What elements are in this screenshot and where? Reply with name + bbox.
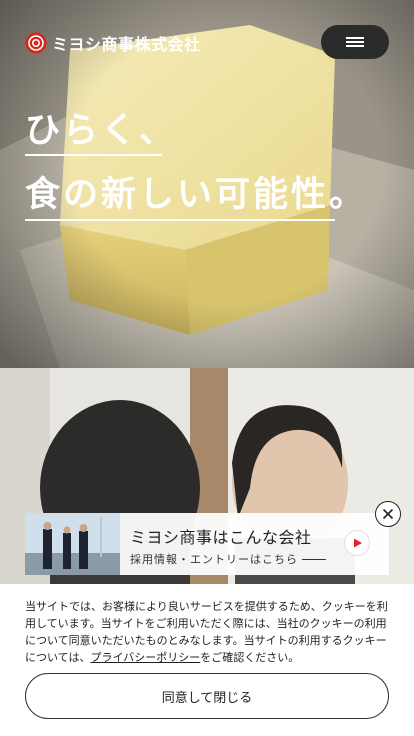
cookie-text-part: をご確認ください。 bbox=[200, 651, 300, 664]
promo-thumbnail bbox=[25, 513, 120, 575]
promo-subtitle: 採用情報・エントリーはこちら bbox=[130, 553, 298, 566]
hamburger-icon-bar bbox=[346, 41, 364, 43]
privacy-policy-link[interactable]: プライバシーポリシー bbox=[90, 651, 200, 664]
play-button[interactable] bbox=[344, 530, 370, 556]
cookie-banner: 当サイトでは、お客様により良いサービスを提供するため、クッキーを利用しています。… bbox=[0, 584, 414, 736]
promo-title: ミヨシ商事はこんな会社 bbox=[130, 528, 312, 547]
hamburger-icon bbox=[346, 37, 364, 39]
agree-and-close-button[interactable]: 同意して閉じる bbox=[25, 673, 389, 719]
headline-underline bbox=[25, 219, 335, 221]
hamburger-icon-bar bbox=[346, 45, 364, 47]
promo-divider bbox=[302, 559, 326, 560]
menu-button[interactable] bbox=[321, 25, 389, 59]
headline-underline bbox=[25, 154, 162, 156]
hero-headline-line1: ひらく、 bbox=[25, 111, 178, 151]
company-logo[interactable]: ミヨシ商事株式会社 bbox=[25, 31, 201, 55]
hero-section: ミヨシ商事株式会社 ひらく、 食の新しい可能性。 bbox=[0, 0, 414, 368]
cookie-notice-text: 当サイトでは、お客様により良いサービスを提供するため、クッキーを利用しています。… bbox=[25, 598, 389, 666]
company-logo-mark-icon bbox=[25, 32, 47, 54]
company-name: ミヨシ商事株式会社 bbox=[52, 35, 201, 54]
hero-headline-line2: 食の新しい可能性。 bbox=[25, 175, 368, 215]
promo-body: ミヨシ商事はこんな会社 採用情報・エントリーはこちら bbox=[120, 513, 389, 575]
close-icon bbox=[382, 508, 393, 519]
recruit-promo-card[interactable]: ミヨシ商事はこんな会社 採用情報・エントリーはこちら bbox=[25, 513, 389, 575]
close-promo-button[interactable] bbox=[375, 501, 401, 527]
play-icon bbox=[354, 538, 362, 548]
